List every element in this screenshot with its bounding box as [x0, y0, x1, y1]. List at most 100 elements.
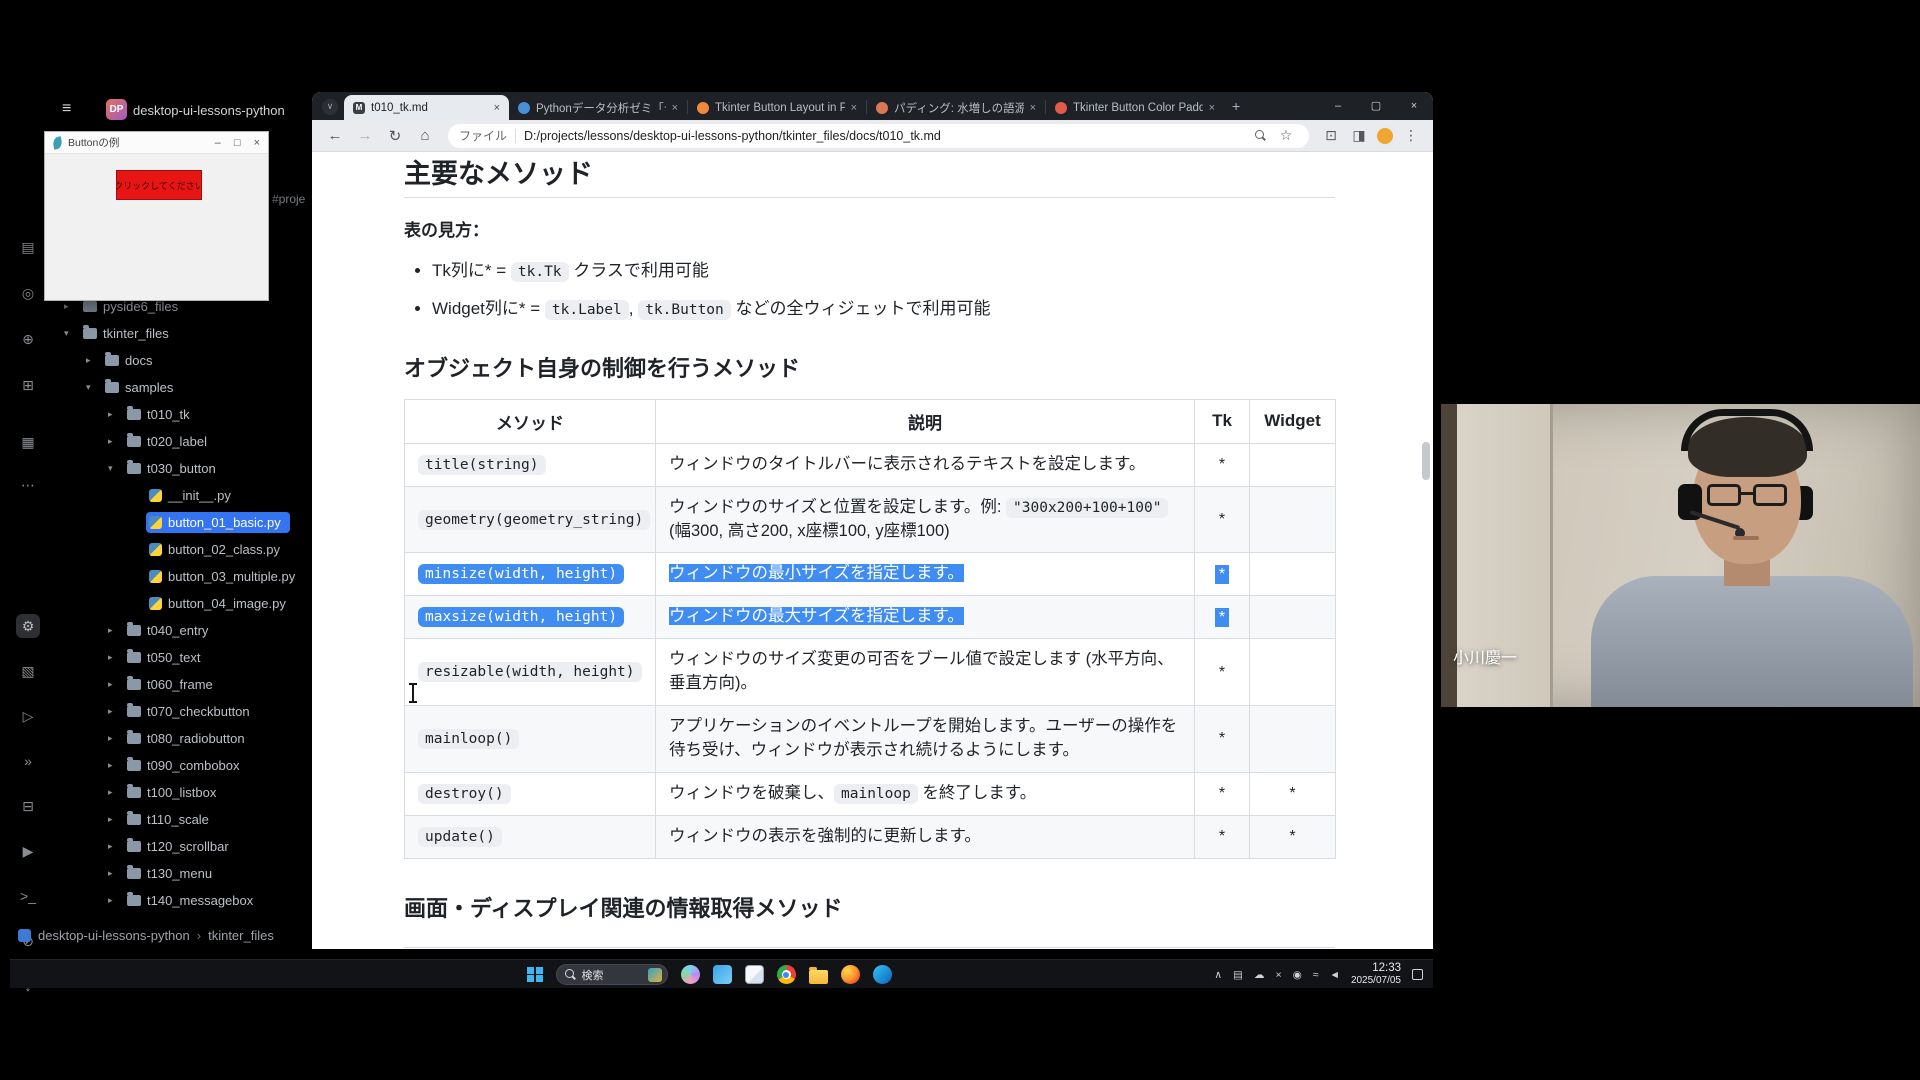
tree-item-t140_messagebox[interactable]: ▸t140_messagebox — [44, 887, 304, 914]
tree-item-samples[interactable]: ▾samples — [44, 374, 304, 401]
tab-close-icon[interactable]: × — [672, 102, 678, 114]
bookmark-star-icon[interactable]: ☆ — [1274, 127, 1298, 144]
address-bar[interactable]: ファイル D:/projects/lessons/desktop-ui-less… — [448, 124, 1309, 148]
chevron-icon[interactable]: ▸ — [108, 787, 124, 798]
tree-item-t050_text[interactable]: ▸t050_text — [44, 644, 304, 671]
tree-item-t090_combobox[interactable]: ▸t090_combobox — [44, 752, 304, 779]
start-button[interactable] — [527, 967, 543, 983]
volume-icon[interactable]: ◄ — [1330, 969, 1340, 981]
extension-icon[interactable]: ◨ — [1347, 127, 1371, 144]
profile-avatar[interactable] — [1375, 126, 1395, 146]
tab-search-icon[interactable]: ∨ — [322, 99, 338, 115]
tab-tkinter-color-padding[interactable]: Tkinter Button Color Padding × — [1046, 95, 1224, 120]
chevron-icon[interactable]: ▸ — [108, 679, 124, 690]
minimize-icon[interactable]: – — [1319, 92, 1357, 120]
maximize-icon[interactable]: □ — [234, 137, 241, 149]
plugins-icon[interactable]: ⊞ — [16, 373, 40, 397]
chevron-icon[interactable]: ▸ — [108, 868, 124, 879]
chevron-icon[interactable]: ▸ — [108, 706, 124, 717]
tab-t010-tk-md[interactable]: M t010_tk.md × — [344, 95, 509, 120]
chevron-icon[interactable]: ▸ — [108, 895, 124, 906]
chevron-icon[interactable]: ▸ — [108, 760, 124, 771]
copilot-icon[interactable] — [681, 965, 700, 984]
tab-close-icon[interactable]: × — [1030, 102, 1036, 114]
tab-python-seminar[interactable]: Pythonデータ分析ゼミ「デスクトップ × — [509, 95, 687, 120]
maximize-icon[interactable]: ▢ — [1357, 92, 1395, 120]
scrollbar-thumb[interactable] — [1422, 442, 1430, 480]
services-icon[interactable]: ⊟ — [16, 794, 40, 818]
tray-status-icon[interactable]: ◉ — [1293, 969, 1302, 981]
tree-item-button_02_class-py[interactable]: button_02_class.py — [44, 536, 304, 563]
new-tab-button[interactable]: + — [1232, 98, 1240, 114]
tree-item-t060_frame[interactable]: ▸t060_frame — [44, 671, 304, 698]
chevron-icon[interactable]: ▸ — [108, 652, 124, 663]
notification-icon[interactable] — [1412, 969, 1423, 980]
tree-item-t120_scrollbar[interactable]: ▸t120_scrollbar — [44, 833, 304, 860]
python-console-icon[interactable]: » — [16, 749, 40, 773]
bookmarks-icon[interactable]: ▧ — [16, 659, 40, 683]
tree-item-t010_tk[interactable]: ▸t010_tk — [44, 401, 304, 428]
tree-item-t030_button[interactable]: ▾t030_button — [44, 455, 304, 482]
zoom-icon[interactable] — [1255, 130, 1266, 141]
paint-icon[interactable] — [745, 965, 764, 984]
pull-requests-icon[interactable]: ⊕ — [16, 327, 40, 351]
wifi-icon[interactable]: ≈ — [1313, 969, 1319, 981]
chevron-icon[interactable]: ▸ — [64, 301, 80, 312]
taskbar-clock[interactable]: 12:33 2025/07/05 — [1351, 962, 1401, 988]
breadcrumb-current[interactable]: tkinter_files — [208, 928, 274, 943]
kebab-menu-icon[interactable]: ⋮ — [1399, 127, 1423, 144]
forward-icon[interactable]: → — [352, 127, 378, 144]
close-icon[interactable]: × — [254, 137, 260, 149]
home-icon[interactable]: ⌂ — [412, 127, 438, 144]
reload-icon[interactable]: ↻ — [382, 127, 408, 145]
structure-icon[interactable]: ▦ — [16, 430, 40, 454]
hamburger-menu-icon[interactable]: ≡ — [62, 100, 71, 118]
tab-close-icon[interactable]: × — [1209, 102, 1215, 114]
tree-item-t070_checkbutton[interactable]: ▸t070_checkbutton — [44, 698, 304, 725]
minimize-icon[interactable]: – — [215, 137, 221, 149]
breadcrumb-root[interactable]: desktop-ui-lessons-python — [38, 928, 190, 943]
play-icon[interactable]: ▶ — [16, 839, 40, 863]
tree-item-t020_label[interactable]: ▸t020_label — [44, 428, 304, 455]
tree-item-t080_radiobutton[interactable]: ▸t080_radiobutton — [44, 725, 304, 752]
chevron-icon[interactable]: ▸ — [108, 409, 124, 420]
chevron-icon[interactable]: ▸ — [108, 436, 124, 447]
chrome-icon[interactable] — [777, 965, 796, 984]
tree-item-docs[interactable]: ▸docs — [44, 347, 304, 374]
back-icon[interactable]: ← — [322, 127, 348, 144]
tree-item-t040_entry[interactable]: ▸t040_entry — [44, 617, 304, 644]
tab-claude[interactable]: パディング: 水増しの語源 - Claude × — [867, 95, 1045, 120]
url-text[interactable]: D:/projects/lessons/desktop-ui-lessons-p… — [524, 129, 1247, 143]
terminal-icon[interactable]: >_ — [16, 884, 40, 908]
chevron-icon[interactable]: ▸ — [86, 355, 102, 366]
tab-tkinter-button-layout[interactable]: Tkinter Button Layout in Pytho × — [688, 95, 866, 120]
more-tools-icon[interactable]: ⋯ — [16, 473, 40, 497]
tree-item-tkinter_files[interactable]: ▾tkinter_files — [44, 320, 304, 347]
tk-red-button[interactable]: クリックしてください — [116, 170, 202, 200]
chevron-icon[interactable]: ▾ — [64, 328, 80, 339]
tree-item-t100_listbox[interactable]: ▸t100_listbox — [44, 779, 304, 806]
tree-item-t110_scale[interactable]: ▸t110_scale — [44, 806, 304, 833]
chevron-icon[interactable]: ▾ — [86, 382, 102, 393]
tray-app-icon[interactable]: ▤ — [1233, 969, 1243, 981]
edge-icon[interactable] — [873, 965, 892, 984]
settings-gear-icon[interactable]: ⚙ — [16, 614, 40, 638]
tab-close-icon[interactable]: × — [851, 102, 857, 114]
chevron-icon[interactable]: ▸ — [108, 841, 124, 852]
chevron-icon[interactable]: ▸ — [108, 814, 124, 825]
photos-icon[interactable] — [713, 965, 732, 984]
tray-expand-icon[interactable]: ∧ — [1214, 969, 1222, 981]
close-icon[interactable]: × — [1395, 92, 1433, 120]
tray-close-icon[interactable]: × — [1275, 969, 1281, 981]
firefox-icon[interactable] — [841, 965, 860, 984]
chevron-icon[interactable]: ▸ — [108, 625, 124, 636]
file-explorer-icon[interactable] — [809, 970, 828, 984]
tree-item-button_03_multiple-py[interactable]: button_03_multiple.py — [44, 563, 304, 590]
tree-item-init-py[interactable]: __init__.py — [44, 482, 304, 509]
run-icon[interactable]: ▷ — [16, 704, 40, 728]
commit-icon[interactable]: ◎ — [16, 281, 40, 305]
project-icon[interactable]: ▤ — [16, 235, 40, 259]
tree-item-t130_menu[interactable]: ▸t130_menu — [44, 860, 304, 887]
tab-close-icon[interactable]: × — [494, 102, 500, 114]
tree-item-button_04_image-py[interactable]: button_04_image.py — [44, 590, 304, 617]
